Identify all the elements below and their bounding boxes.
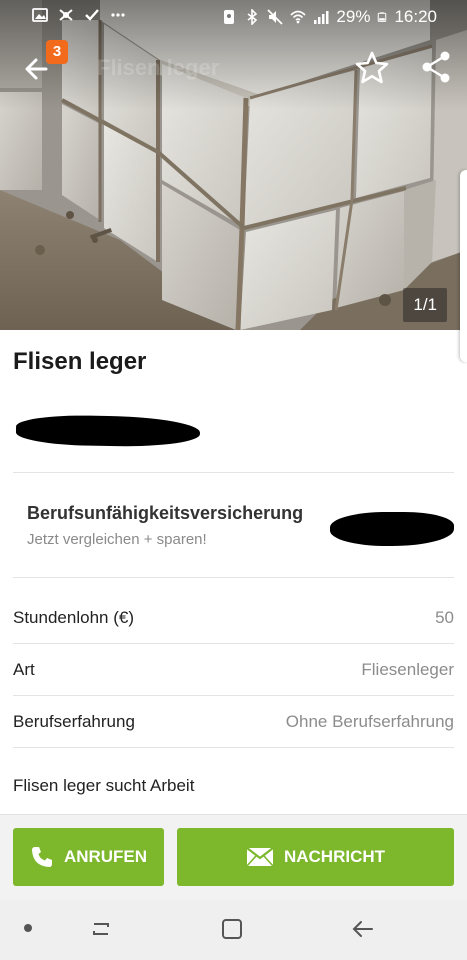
- phone-icon: [31, 847, 52, 867]
- notification-icons: [32, 7, 126, 23]
- ad-subtitle: Jetzt vergleichen + sparen!: [27, 531, 207, 548]
- battery-percent: 29%: [336, 7, 371, 26]
- message-button[interactable]: NACHRICHT: [177, 828, 454, 886]
- more-icon: [111, 13, 125, 17]
- share-icon[interactable]: [421, 50, 451, 84]
- divider: [13, 747, 454, 748]
- call-button[interactable]: ANRUFEN: [13, 828, 164, 886]
- system-icons: 29% 16:20: [221, 7, 437, 27]
- divider: [13, 643, 454, 644]
- app-icon: [59, 9, 73, 21]
- detail-label: Berufserfahrung: [13, 712, 135, 731]
- listing-title: Flisen leger: [13, 348, 147, 375]
- divider: [13, 695, 454, 696]
- check-icon: [85, 9, 99, 21]
- detail-label: Art: [13, 660, 35, 679]
- clock: 16:20: [394, 7, 437, 26]
- image-counter: 1/1: [403, 288, 447, 322]
- detail-label: Stundenlohn (€): [13, 608, 134, 627]
- status-bar: 29% 16:20: [0, 0, 467, 34]
- header-title: Flisen leger: [97, 55, 220, 80]
- back-nav-icon[interactable]: [350, 916, 376, 942]
- nav-dot-icon: [24, 924, 32, 932]
- divider: [13, 577, 454, 578]
- divider: [13, 472, 454, 473]
- detail-value: Fliesenleger: [361, 660, 454, 679]
- signal-icon: [314, 11, 329, 24]
- ad-title: Berufsunfähigkeitsversicherung: [27, 503, 304, 523]
- battery-icon: [378, 12, 387, 22]
- notification-badge: 3: [46, 40, 68, 64]
- envelope-icon: [246, 847, 274, 867]
- contact-action-bar: ANRUFEN NACHRICHT: [0, 814, 467, 900]
- listing-photo[interactable]: [0, 0, 467, 330]
- image-icon: [32, 8, 48, 22]
- sim-icon: [224, 10, 235, 24]
- listing-description: Flisen leger sucht Arbeit: [13, 776, 195, 795]
- favorite-star-icon[interactable]: [354, 50, 390, 86]
- call-label: ANRUFEN: [63, 847, 148, 866]
- message-label: NACHRICHT: [283, 847, 386, 866]
- detail-value: 50: [435, 608, 454, 627]
- recent-apps-icon[interactable]: [88, 916, 114, 942]
- redacted-info: [15, 414, 201, 448]
- redacted-ad-logo: [330, 512, 454, 546]
- scroll-handle[interactable]: [460, 170, 467, 362]
- home-icon[interactable]: [219, 916, 245, 942]
- system-nav-bar: [0, 900, 467, 960]
- detail-value: Ohne Berufserfahrung: [285, 712, 454, 731]
- app-screen: 29% 16:20 3 Flisen leger 1/1 Flisen lege…: [0, 0, 467, 960]
- bluetooth-icon: [247, 9, 258, 25]
- mute-icon: [267, 9, 284, 25]
- wifi-icon: [290, 10, 306, 24]
